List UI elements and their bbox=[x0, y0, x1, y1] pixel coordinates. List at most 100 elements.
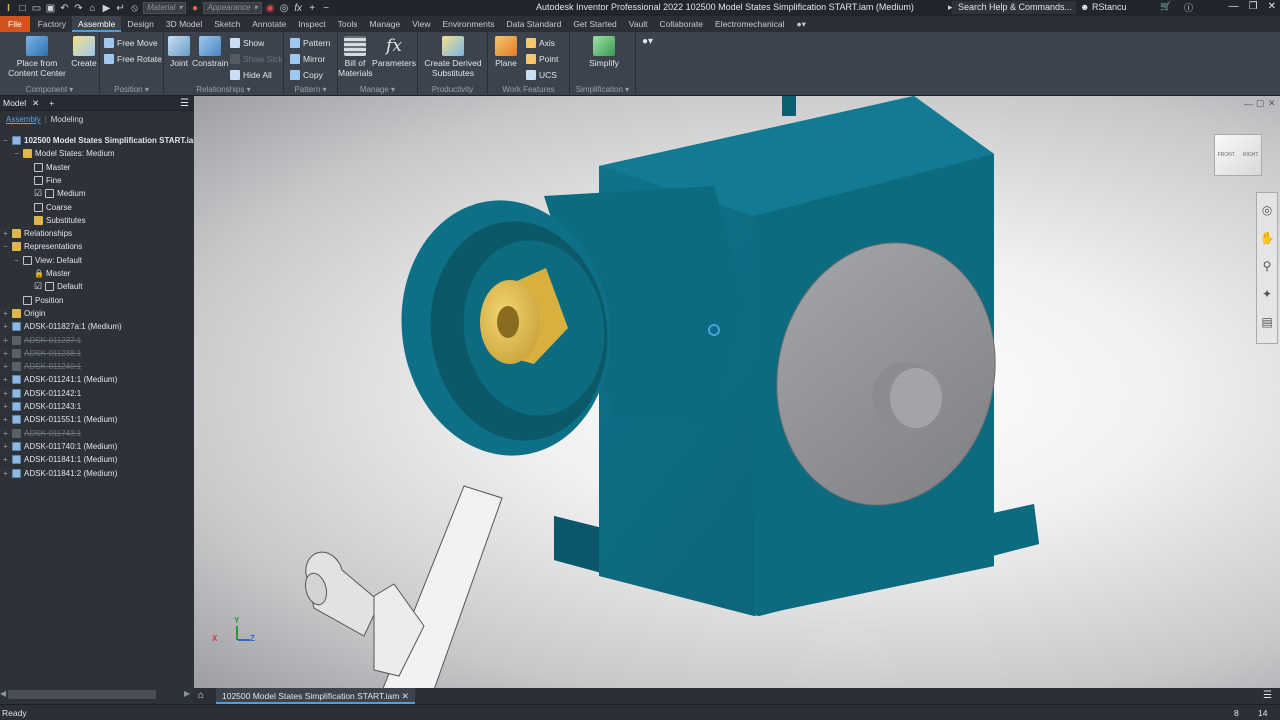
tab-get-started[interactable]: Get Started bbox=[567, 16, 622, 32]
expand-icon[interactable]: + bbox=[2, 336, 9, 345]
minus-icon[interactable]: − bbox=[321, 3, 332, 14]
tab-file[interactable]: File bbox=[0, 16, 30, 32]
simplify-button[interactable]: Simplify bbox=[586, 36, 622, 68]
ribbon-options-icon[interactable]: ●▾ bbox=[642, 36, 653, 47]
tree-node[interactable]: + Relationships bbox=[2, 227, 72, 240]
point-button[interactable]: Point bbox=[526, 52, 558, 65]
ucs-button[interactable]: UCS bbox=[526, 68, 557, 81]
tree-node[interactable]: + ADSK-011551:1 (Medium) bbox=[2, 413, 117, 426]
tree-node[interactable]: + ADSK-011841:1 (Medium) bbox=[2, 453, 117, 466]
tab-vault[interactable]: Vault bbox=[623, 16, 654, 32]
tree-node[interactable]: + ADSK-011240:1 bbox=[2, 360, 81, 373]
return-icon[interactable]: ↵ bbox=[115, 3, 126, 14]
constrain-button[interactable]: Constrain bbox=[192, 36, 228, 68]
app-menu-icon[interactable]: I bbox=[3, 3, 14, 14]
subtab-assembly[interactable]: Assembly bbox=[6, 115, 41, 124]
add-tab-icon[interactable]: + bbox=[49, 98, 54, 108]
tab-electromechanical[interactable]: Electromechanical bbox=[709, 16, 790, 32]
viewcube[interactable]: FRONT RIGHT bbox=[1214, 134, 1262, 176]
steering-wheel-icon[interactable]: ◎ bbox=[1262, 203, 1272, 217]
pan-icon[interactable]: ✋ bbox=[1260, 231, 1275, 245]
orbit-icon[interactable]: ✦ bbox=[1262, 287, 1272, 301]
tree-node[interactable]: + ADSK-011841:2 (Medium) bbox=[2, 467, 117, 480]
create-component-button[interactable]: Create bbox=[70, 36, 98, 68]
tree-node[interactable]: + Origin bbox=[2, 307, 45, 320]
select-icon[interactable]: ▶ bbox=[101, 3, 112, 14]
tree-node[interactable]: + ADSK-011241:1 (Medium) bbox=[2, 373, 117, 386]
expand-icon[interactable]: + bbox=[2, 469, 9, 478]
handle-arm[interactable] bbox=[302, 485, 503, 688]
expand-icon[interactable]: + bbox=[2, 309, 9, 318]
expand-icon[interactable]: + bbox=[2, 429, 9, 438]
expand-icon[interactable]: + bbox=[2, 322, 9, 331]
appearance-combo[interactable]: Appearance ▾ bbox=[203, 2, 262, 14]
scroll-right-icon[interactable]: ▶ bbox=[184, 689, 190, 698]
pattern-button[interactable]: Pattern bbox=[290, 36, 330, 49]
tab-manage[interactable]: Manage bbox=[364, 16, 407, 32]
subtab-modeling[interactable]: Modeling bbox=[51, 115, 83, 124]
parameters-button[interactable]: fx Parameters bbox=[372, 36, 416, 68]
tree-node[interactable]: + ADSK-011743:1 bbox=[2, 427, 81, 440]
close-icon[interactable]: ✕ bbox=[1268, 1, 1276, 12]
hamburger-menu-icon[interactable]: ☰ bbox=[180, 98, 189, 109]
expand-icon[interactable]: + bbox=[2, 375, 9, 384]
create-derived-substitutes-button[interactable]: Create Derived Substitutes bbox=[420, 36, 486, 78]
panel-pattern-label[interactable]: Pattern ▾ bbox=[284, 85, 337, 94]
document-tab-active[interactable]: 102500 Model States Simplification START… bbox=[216, 688, 415, 704]
tree-node[interactable]: Master bbox=[24, 161, 70, 174]
viewport-minimize-icon[interactable]: — bbox=[1244, 99, 1253, 109]
tab-assemble[interactable]: Assemble bbox=[72, 16, 122, 32]
free-rotate-button[interactable]: Free Rotate bbox=[104, 52, 162, 65]
expand-icon[interactable]: + bbox=[2, 442, 9, 451]
plane-button[interactable]: Plane bbox=[492, 36, 520, 68]
tab-environments[interactable]: Environments bbox=[437, 16, 501, 32]
tab-overflow-icon[interactable]: ●▾ bbox=[790, 16, 811, 32]
expand-icon[interactable]: + bbox=[2, 229, 9, 238]
close-circle-icon[interactable]: ⦸ bbox=[129, 3, 140, 14]
redo-icon[interactable]: ↷ bbox=[73, 3, 84, 14]
copy-button[interactable]: Copy bbox=[290, 68, 323, 81]
tree-node[interactable]: Position bbox=[13, 294, 63, 307]
home-icon[interactable]: ⌂ bbox=[87, 3, 98, 14]
panel-component-label[interactable]: Component ▾ bbox=[0, 85, 99, 94]
expand-icon[interactable]: + bbox=[2, 402, 9, 411]
tab-3d-model[interactable]: 3D Model bbox=[160, 16, 208, 32]
show-button[interactable]: Show bbox=[230, 36, 264, 49]
panel-manage-label[interactable]: Manage ▾ bbox=[338, 85, 417, 94]
tree-node[interactable]: 🔒 Master bbox=[24, 267, 70, 280]
collapse-icon[interactable]: − bbox=[13, 149, 20, 158]
cart-icon[interactable]: 🛒 bbox=[1160, 1, 1171, 12]
viewport-close-icon[interactable]: ✕ bbox=[1268, 98, 1276, 109]
tab-inspect[interactable]: Inspect bbox=[292, 16, 331, 32]
tree-node[interactable]: ☑ Medium bbox=[24, 187, 86, 200]
fx-icon[interactable]: fx bbox=[293, 3, 304, 14]
collapse-icon[interactable]: − bbox=[2, 242, 9, 251]
tree-node[interactable]: + ADSK-011243:1 bbox=[2, 400, 81, 413]
expand-icon[interactable]: + bbox=[2, 455, 9, 464]
tree-node[interactable]: − View: Default bbox=[13, 254, 82, 267]
expand-icon[interactable]: + bbox=[2, 349, 9, 358]
tree-node[interactable]: + ADSK-011238:1 bbox=[2, 347, 81, 360]
minimize-icon[interactable]: — bbox=[1229, 1, 1239, 12]
browser-scrollbar[interactable] bbox=[8, 690, 156, 699]
tab-sketch[interactable]: Sketch bbox=[208, 16, 246, 32]
hide-all-button[interactable]: Hide All bbox=[230, 68, 272, 81]
tree-node[interactable]: − Representations bbox=[2, 240, 82, 253]
appearance-icon[interactable]: ● bbox=[189, 3, 200, 14]
axis-button[interactable]: Axis bbox=[526, 36, 555, 49]
close-icon[interactable]: ✕ bbox=[32, 98, 39, 109]
browser-tab-model[interactable]: Model bbox=[3, 98, 26, 108]
look-at-icon[interactable]: ▤ bbox=[1261, 315, 1272, 329]
panel-relationships-label[interactable]: Relationships ▾ bbox=[164, 85, 283, 94]
expand-icon[interactable]: + bbox=[2, 415, 9, 424]
expand-icon[interactable]: + bbox=[2, 362, 9, 371]
help-icon[interactable]: ⓘ bbox=[1184, 1, 1193, 14]
show-sick-button[interactable]: Show Sick bbox=[230, 52, 283, 65]
tab-design[interactable]: Design bbox=[121, 16, 159, 32]
bill-of-materials-button[interactable]: Bill of Materials bbox=[338, 36, 372, 78]
tree-node[interactable]: − Model States: Medium bbox=[13, 147, 115, 160]
panel-simplification-label[interactable]: Simplification ▾ bbox=[570, 85, 635, 94]
user-account[interactable]: ☻ RStancu bbox=[1080, 2, 1127, 12]
tree-node[interactable]: + ADSK-011827a:1 (Medium) bbox=[2, 320, 122, 333]
adjust-icon[interactable]: ◎ bbox=[279, 3, 290, 14]
